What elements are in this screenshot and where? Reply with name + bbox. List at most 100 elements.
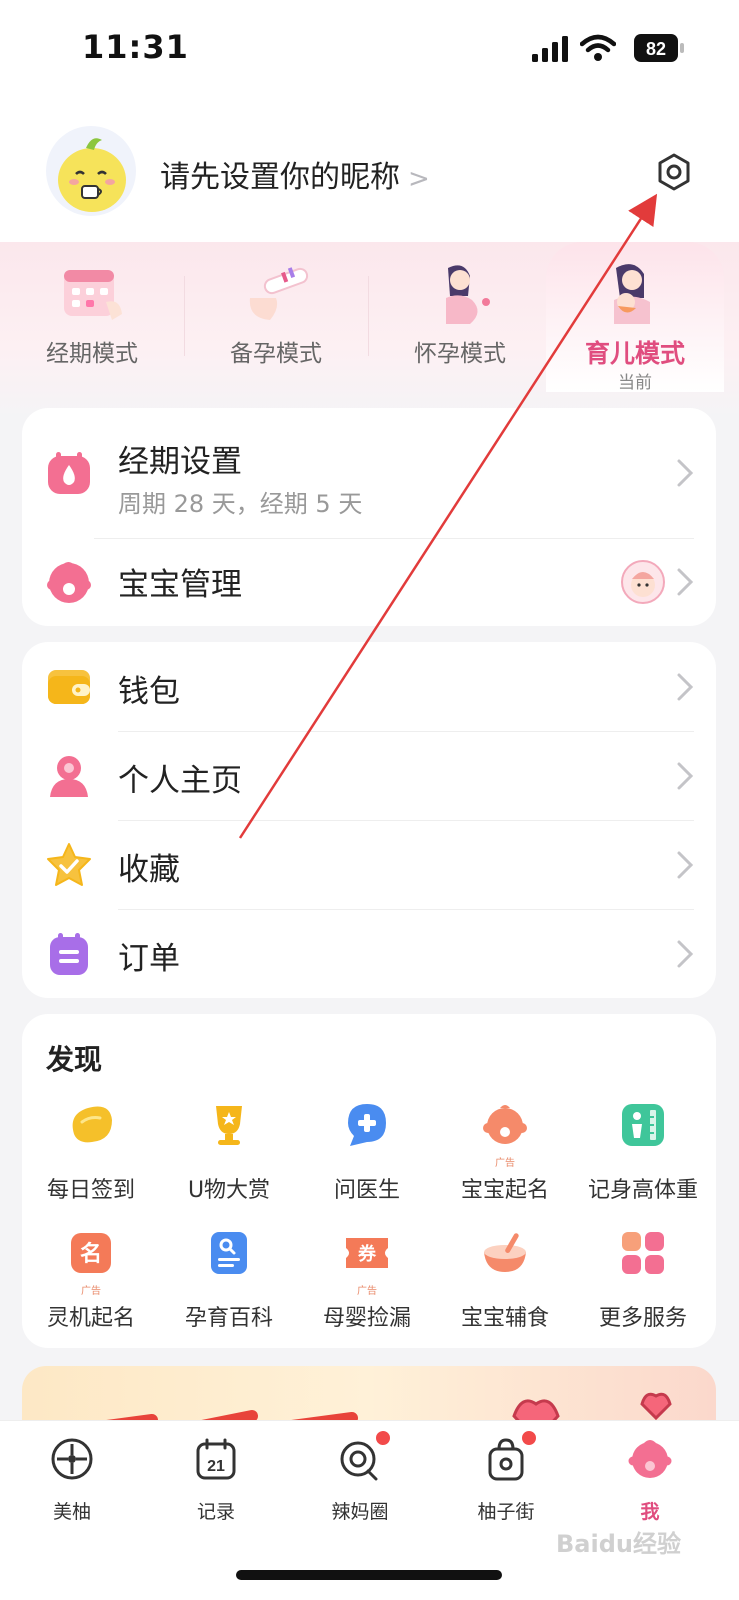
settings-gear-icon[interactable] bbox=[654, 152, 694, 192]
period-settings-summary: 周期 28 天，经期 5 天 bbox=[118, 490, 363, 518]
period-settings-row[interactable]: 经期设置 周期 28 天，经期 5 天 bbox=[22, 408, 716, 538]
cellular-signal-icon bbox=[532, 36, 568, 62]
discover-height-weight[interactable]: 记身高体重 bbox=[574, 1100, 712, 1220]
tab-moms-circle[interactable]: 辣妈圈 bbox=[300, 1429, 420, 1537]
star-icon bbox=[47, 843, 91, 886]
baby-avatar-icon bbox=[621, 560, 665, 604]
tab-meiyou[interactable]: 美柚 bbox=[12, 1437, 132, 1537]
baby-management-row[interactable]: 宝宝管理 bbox=[22, 539, 716, 626]
baby-face-icon bbox=[47, 562, 91, 603]
discover-baby-naming[interactable]: 广告 宝宝起名 bbox=[436, 1100, 574, 1220]
notification-dot bbox=[520, 1429, 538, 1447]
menu-item-wallet[interactable]: 钱包 bbox=[22, 642, 716, 731]
mode-pregnancy[interactable]: 怀孕模式 bbox=[368, 242, 552, 392]
tab-record[interactable]: 21 记录 bbox=[156, 1437, 276, 1537]
discover-title: 发现 bbox=[46, 1043, 103, 1076]
menu-item-favorites[interactable]: 收藏 bbox=[22, 820, 716, 909]
bean-icon bbox=[72, 1106, 112, 1143]
discover-label: 孕育百科 bbox=[184, 1306, 273, 1331]
chevron-right-icon bbox=[677, 762, 694, 790]
mode-label: 经期模式 bbox=[46, 341, 138, 367]
baidu-watermark: Baidu经验 bbox=[556, 1530, 681, 1558]
menu-item-label: 钱包 bbox=[118, 674, 180, 710]
mode-preparing[interactable]: 备孕模式 bbox=[184, 242, 368, 392]
baby-management-title: 宝宝管理 bbox=[118, 567, 242, 603]
ad-tag: 广告 bbox=[357, 1286, 377, 1297]
discover-smart-naming[interactable]: 名 广告 灵机起名 bbox=[22, 1228, 160, 1348]
wifi-icon bbox=[580, 34, 616, 61]
chevron-right-icon bbox=[677, 940, 694, 968]
discover-label: U物大赏 bbox=[187, 1178, 271, 1203]
calendar-illustration-icon bbox=[64, 270, 122, 320]
calendar-21-icon: 21 bbox=[196, 1438, 236, 1480]
person-icon bbox=[50, 756, 88, 797]
mode-period[interactable]: 经期模式 bbox=[0, 242, 184, 392]
discover-maternal-deals[interactable]: 券 广告 母婴捡漏 bbox=[298, 1228, 436, 1348]
food-bowl-icon bbox=[484, 1233, 526, 1272]
coupon-icon: 券 bbox=[346, 1238, 388, 1268]
mother-baby-illustration-icon bbox=[614, 264, 650, 324]
account-menu-card: 钱包 个人主页 收藏 订单 bbox=[22, 642, 716, 998]
period-drop-icon bbox=[48, 452, 90, 494]
citrus-slice-icon bbox=[51, 1438, 93, 1480]
current-mode-badge: 当前 bbox=[618, 373, 652, 393]
avatar[interactable] bbox=[46, 126, 136, 216]
profile-header: 请先设置你的昵称 > bbox=[0, 96, 739, 246]
cycle-card: 经期设置 周期 28 天，经期 5 天 宝宝管理 bbox=[22, 408, 716, 626]
status-bar: 11:31 82 bbox=[0, 0, 739, 96]
menu-item-label: 收藏 bbox=[118, 852, 180, 888]
ad-tag: 广告 bbox=[81, 1286, 101, 1297]
svg-text:券: 券 bbox=[357, 1243, 377, 1265]
menu-item-label: 个人主页 bbox=[118, 763, 242, 799]
trophy-icon bbox=[216, 1106, 242, 1145]
test-strip-illustration-icon bbox=[249, 267, 309, 320]
chevron-right-icon: > bbox=[408, 164, 430, 194]
discover-card: 发现 每日签到 U物大赏 问医生 广告 宝宝起名 记身高体重 名 广告 灵机起名… bbox=[22, 1014, 716, 1348]
chevron-right-icon bbox=[677, 673, 694, 701]
mode-label-current: 育儿模式 bbox=[584, 339, 685, 368]
encyclopedia-icon bbox=[211, 1232, 247, 1274]
discover-label: 更多服务 bbox=[598, 1306, 687, 1331]
menu-item-profile-page[interactable]: 个人主页 bbox=[22, 731, 716, 820]
wallet-icon bbox=[48, 670, 90, 704]
tab-me[interactable]: 我 bbox=[590, 1437, 710, 1537]
discover-label: 灵机起名 bbox=[46, 1306, 135, 1331]
discover-label: 问医生 bbox=[333, 1178, 400, 1203]
nickname-prompt[interactable]: 请先设置你的昵称 > bbox=[160, 152, 430, 196]
mode-label: 备孕模式 bbox=[230, 341, 322, 367]
growth-ruler-icon bbox=[622, 1104, 664, 1146]
lemon-mascot-icon bbox=[58, 138, 126, 212]
battery-level: 82 bbox=[646, 39, 666, 59]
tab-youzi-street[interactable]: 柚子街 bbox=[446, 1429, 566, 1537]
discover-parenting-wiki[interactable]: 孕育百科 bbox=[160, 1228, 298, 1348]
discover-more-services[interactable]: 更多服务 bbox=[574, 1228, 712, 1348]
home-indicator bbox=[236, 1570, 502, 1580]
baby-head-icon bbox=[483, 1105, 527, 1144]
medical-chat-icon bbox=[348, 1104, 386, 1146]
grid-apps-icon bbox=[622, 1232, 664, 1274]
svg-text:21: 21 bbox=[207, 1458, 225, 1475]
discover-daily-checkin[interactable]: 每日签到 bbox=[22, 1100, 160, 1220]
menu-item-orders[interactable]: 订单 bbox=[22, 909, 716, 998]
discover-ask-doctor[interactable]: 问医生 bbox=[298, 1100, 436, 1220]
discover-baby-food[interactable]: 宝宝辅食 bbox=[436, 1228, 574, 1348]
menu-item-label: 订单 bbox=[118, 941, 180, 977]
chevron-right-icon bbox=[677, 459, 694, 487]
mode-selector: 经期模式 备孕模式 怀孕模式 育儿模式 当前 bbox=[0, 242, 739, 418]
notification-dot bbox=[374, 1429, 392, 1447]
mode-parenting[interactable]: 育儿模式 当前 bbox=[546, 242, 724, 393]
tab-label: 美柚 bbox=[52, 1501, 91, 1523]
discover-label: 宝宝辅食 bbox=[460, 1306, 549, 1331]
order-list-icon bbox=[50, 933, 88, 975]
tab-label: 辣妈圈 bbox=[331, 1501, 389, 1523]
ad-tag: 广告 bbox=[495, 1158, 515, 1169]
svg-text:名: 名 bbox=[80, 1241, 102, 1267]
discover-u-awards[interactable]: U物大赏 bbox=[160, 1100, 298, 1220]
nickname-prompt-text: 请先设置你的昵称 bbox=[160, 160, 400, 195]
period-settings-title: 经期设置 bbox=[118, 444, 242, 480]
chevron-right-icon bbox=[677, 851, 694, 879]
discover-label: 宝宝起名 bbox=[460, 1178, 549, 1203]
mode-label: 怀孕模式 bbox=[414, 341, 506, 367]
status-time: 11:31 bbox=[82, 28, 189, 66]
baby-face-filled-icon bbox=[628, 1440, 672, 1478]
